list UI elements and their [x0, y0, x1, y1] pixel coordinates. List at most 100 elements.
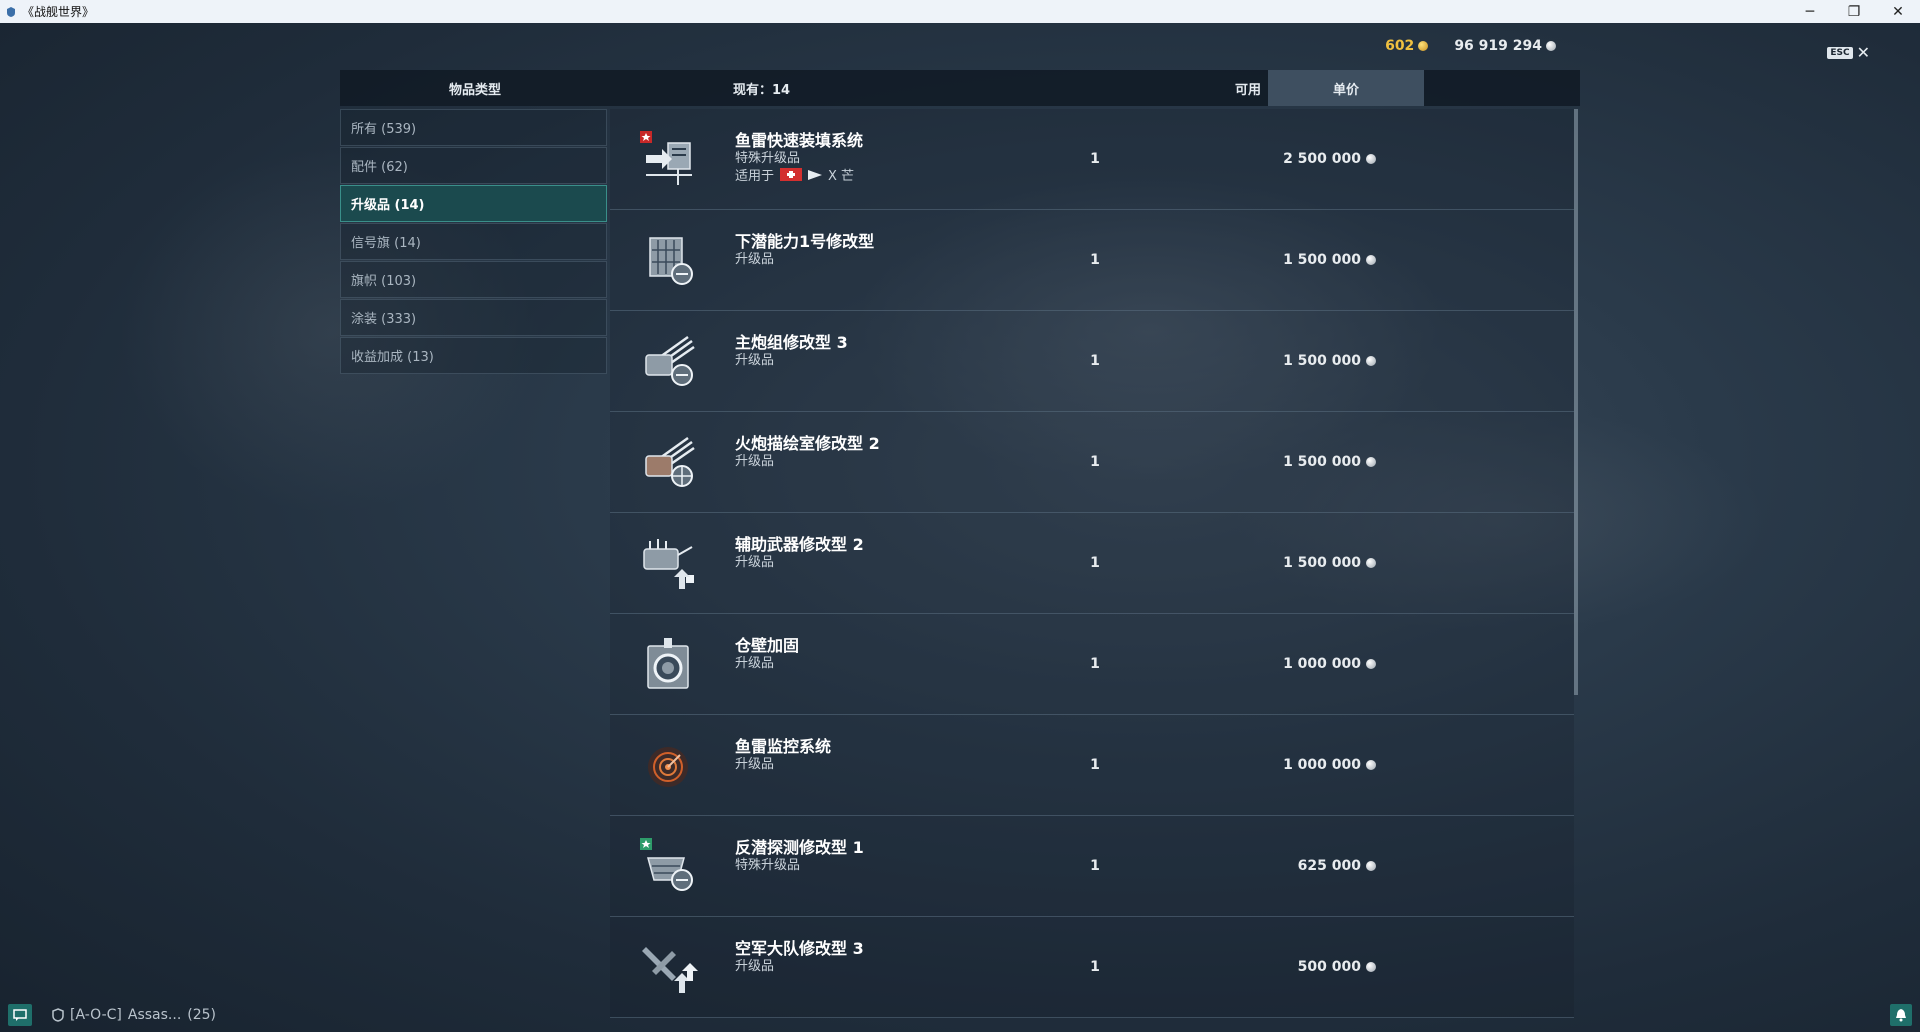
item-price: 2 500 000: [1283, 109, 1376, 209]
price-value: 2 500 000: [1283, 151, 1361, 167]
gold-coin-icon: [1418, 41, 1429, 51]
header-unit-price[interactable]: 单价: [1268, 70, 1424, 106]
bottom-bar: [A-O-C] Assas... (25): [0, 1000, 1920, 1032]
price-value: 1 000 000: [1283, 757, 1361, 773]
item-available: 1: [1090, 454, 1100, 470]
list-item[interactable]: 主炮组修改型 3 升级品 1 1 500 000: [610, 311, 1574, 412]
item-available: 1: [1090, 353, 1100, 369]
torpedo-reload-icon: [638, 129, 698, 189]
header-have-count: 现有：14: [733, 82, 791, 98]
item-type: 升级品: [735, 555, 775, 570]
aux-armament-icon: [638, 533, 698, 593]
notifications-button[interactable]: [1890, 1004, 1912, 1026]
category-camouflage[interactable]: 涂装 (333): [340, 299, 607, 336]
chat-button[interactable]: [8, 1004, 32, 1026]
category-flags[interactable]: 旗帜 (103): [340, 261, 607, 298]
item-type: 升级品: [735, 252, 775, 267]
asw-icon: [638, 836, 698, 896]
gold-amount: 602: [1385, 38, 1415, 54]
restore-button[interactable]: ❐: [1832, 0, 1876, 23]
main-battery-icon: [638, 331, 698, 391]
category-upgrades[interactable]: 升级品 (14): [340, 185, 607, 222]
clan-name: Assas...: [127, 1007, 182, 1023]
silver-balance: 96 919 294: [1454, 38, 1556, 54]
list-item[interactable]: 仓壁加固 升级品 1 1 000 000: [610, 614, 1574, 715]
item-available: 1: [1090, 555, 1100, 571]
chat-icon: [13, 1009, 27, 1021]
ship-name: X 芒: [828, 169, 855, 184]
item-price: 1 500 000: [1283, 412, 1376, 512]
item-available: 1: [1090, 757, 1100, 773]
gun-fire-control-icon: [638, 432, 698, 492]
item-available: 1: [1090, 252, 1100, 268]
item-available: 1: [1090, 858, 1100, 874]
silver-coin-icon: [1366, 356, 1376, 366]
item-type: 升级品: [735, 757, 775, 772]
close-icon: ✕: [1856, 43, 1870, 62]
silver-amount: 96 919 294: [1454, 38, 1542, 54]
item-price: 1 000 000: [1283, 614, 1376, 714]
item-price: 625 000: [1298, 816, 1376, 916]
esc-close-button[interactable]: ESC ✕: [1827, 43, 1870, 62]
nation-flag-icon: [780, 168, 803, 181]
header-item-type: 物品类型: [448, 82, 501, 98]
item-price: 1 500 000: [1283, 513, 1376, 613]
clan-tag: [A-O-C]: [70, 1007, 122, 1023]
item-type: 特殊升级品: [735, 151, 801, 166]
silver-coin-icon: [1366, 659, 1376, 669]
silver-coin-icon: [1366, 861, 1376, 871]
item-price: 1 000 000: [1283, 715, 1376, 815]
list-item[interactable]: 鱼雷快速装填系统 特殊升级品 适用于 X 芒 1 2 500 000: [610, 109, 1574, 210]
price-value: 1 500 000: [1283, 454, 1361, 470]
category-sidebar: 所有 (539) 配件 (62) 升级品 (14) 信号旗 (14) 旗帜 (1…: [340, 109, 607, 375]
list-item[interactable]: 辅助武器修改型 2 升级品 1 1 500 000: [610, 513, 1574, 614]
category-signals[interactable]: 信号旗 (14): [340, 223, 607, 260]
close-window-button[interactable]: ✕: [1876, 0, 1920, 23]
category-boosters[interactable]: 收益加成 (13): [340, 337, 607, 374]
item-type: 特殊升级品: [735, 858, 801, 873]
price-value: 1 500 000: [1283, 353, 1361, 369]
price-value: 500 000: [1297, 959, 1361, 975]
clan-info[interactable]: [A-O-C] Assas... (25): [52, 1007, 216, 1023]
torpedo-lookout-icon: [638, 735, 698, 795]
list-item[interactable]: 火炮描绘室修改型 2 升级品 1 1 500 000: [610, 412, 1574, 513]
list-item[interactable]: 下潜能力1号修改型 升级品 1 1 500 000: [610, 210, 1574, 311]
window-titlebar: 《战舰世界》 ─ ❐ ✕: [0, 0, 1920, 23]
app-icon: [4, 5, 18, 19]
silver-coin-icon: [1366, 558, 1376, 568]
list-item[interactable]: 鱼雷监控系统 升级品 1 1 000 000: [610, 715, 1574, 816]
item-list: 鱼雷快速装填系统 特殊升级品 适用于 X 芒 1 2 500 000 下潜能力1…: [610, 109, 1574, 1018]
minimize-button[interactable]: ─: [1788, 0, 1832, 23]
esc-key-label: ESC: [1827, 46, 1853, 59]
clan-member-count: (25): [187, 1007, 217, 1023]
item-available: 1: [1090, 656, 1100, 672]
silver-coin-icon: [1366, 154, 1376, 164]
item-price: 1 500 000: [1283, 311, 1376, 411]
currency-bar: 602 96 919 294: [1385, 38, 1556, 54]
bulkhead-icon: [638, 634, 698, 694]
list-scrollbar[interactable]: [1574, 109, 1578, 695]
submarine-icon: [638, 230, 698, 290]
item-type: 升级品: [735, 353, 775, 368]
list-item[interactable]: 反潜探测修改型 1 特殊升级品 1 625 000: [610, 816, 1574, 917]
ship-class-icon: [808, 169, 823, 180]
price-value: 1 500 000: [1283, 252, 1361, 268]
price-value: 1 500 000: [1283, 555, 1361, 571]
price-value: 625 000: [1297, 858, 1361, 874]
item-type: 升级品: [735, 656, 775, 671]
category-consumables[interactable]: 配件 (62): [340, 147, 607, 184]
bell-icon: [1896, 1009, 1906, 1022]
applies-label: 适用于: [735, 169, 775, 184]
window-title: 《战舰世界》: [22, 5, 95, 19]
clan-shield-icon: [52, 1008, 64, 1022]
silver-coin-icon: [1366, 760, 1376, 770]
item-type: 升级品: [735, 959, 775, 974]
gold-balance: 602: [1385, 38, 1429, 54]
item-price: 1 500 000: [1283, 210, 1376, 310]
category-all[interactable]: 所有 (539): [340, 109, 607, 146]
silver-coin-icon: [1366, 255, 1376, 265]
silver-coin-icon: [1546, 41, 1556, 51]
price-value: 1 000 000: [1283, 656, 1361, 672]
silver-coin-icon: [1366, 962, 1376, 972]
item-applies-to: 适用于 X 芒: [735, 165, 854, 184]
